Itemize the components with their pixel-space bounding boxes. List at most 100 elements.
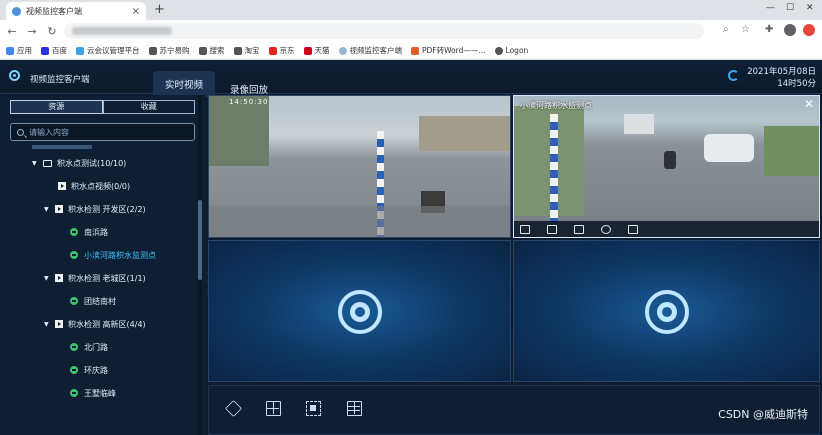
time-label: 14时50分: [777, 79, 816, 89]
tree-node-group[interactable]: ▼ 积水检测 开发区(2/2): [44, 202, 146, 216]
sidebar-scroll-thumb[interactable]: [198, 200, 202, 280]
grid-layout-icon[interactable]: [347, 401, 362, 416]
water-gauge-pole: [550, 114, 558, 224]
globe-icon: [494, 46, 503, 55]
trees: [209, 96, 269, 166]
profile-avatar-icon[interactable]: [784, 24, 796, 36]
motorcyclist: [664, 151, 676, 169]
globe-icon: [198, 46, 207, 55]
apps-grid-icon: [6, 46, 14, 55]
app-header: 视频监控客户端 实时视频 录像回放 2021年05月08日 14时50分: [0, 60, 822, 97]
close-icon[interactable]: ✕: [804, 97, 814, 111]
maximize-icon[interactable]: ☐: [786, 3, 794, 13]
app-title: 视频监控客户端: [30, 75, 90, 85]
expand-arrow-icon[interactable]: ▼: [44, 275, 52, 282]
bookmark-video-client[interactable]: 视频监控客户端: [338, 45, 402, 56]
tree-node-label: 南浜路: [84, 227, 108, 237]
tree-node-folder[interactable]: ▼ 积水点测试(10/10): [32, 156, 126, 170]
back-icon[interactable]: ←: [4, 25, 20, 38]
tree-node-camera[interactable]: 团结南村: [70, 294, 116, 308]
address-bar: ← → ↻: [0, 20, 822, 42]
zoom-icon[interactable]: ⌕: [723, 24, 729, 35]
tab-favicon-icon: [12, 6, 21, 16]
tree-node-label: 团结南村: [84, 296, 116, 306]
bookmark-suning[interactable]: 苏宁易购: [148, 45, 190, 56]
bookmark-jd[interactable]: 京东: [268, 45, 295, 56]
fullscreen-icon[interactable]: [520, 224, 530, 234]
window-close-icon[interactable]: ✕: [806, 3, 814, 13]
tree-node-camera[interactable]: 南浜路: [70, 225, 108, 239]
tmall-icon: [303, 46, 312, 55]
search-icon: [17, 128, 24, 136]
layers-icon[interactable]: [225, 400, 242, 417]
tree-node-camera-selected[interactable]: 小渎河路积水监测点: [70, 248, 156, 262]
expand-arrow-icon[interactable]: ▼: [44, 206, 52, 213]
bookmark-pdf-word[interactable]: PDF转Word——...: [411, 45, 486, 56]
clipped-node-text: [32, 145, 92, 149]
app-logo-icon: [9, 70, 20, 81]
camera-online-icon: [70, 251, 78, 259]
reload-icon[interactable]: ↻: [44, 25, 60, 38]
resource-tree: ▼ 积水点测试(10/10) 积水点视频(0/0) ▼ 积水检测 开发区(2/2…: [0, 145, 197, 435]
fullscreen-frame-icon[interactable]: [306, 401, 321, 416]
road-surface: [209, 206, 510, 237]
extensions-icon[interactable]: ✚: [765, 24, 773, 35]
snapshot-icon[interactable]: [547, 224, 557, 234]
tree-node-label: 积水检测 开发区(2/2): [68, 204, 146, 214]
search-box: [10, 123, 195, 141]
camera-placeholder-icon: [645, 290, 689, 334]
tab-favorites[interactable]: 收藏: [102, 100, 195, 114]
tree-node-label: 积水点测试(10/10): [57, 158, 127, 168]
tab-close-icon[interactable]: ×: [132, 6, 140, 17]
bookmarks-bar: 应用 百度 云会议管理平台 苏宁易购 搜索 淘宝 京东 天猫 视频监控客户端 P…: [0, 42, 822, 60]
url-input[interactable]: [64, 23, 704, 39]
minimize-icon[interactable]: —: [766, 3, 775, 13]
tree-node-root-partial[interactable]: [32, 145, 92, 153]
bookmark-taobao[interactable]: 淘宝: [233, 45, 260, 56]
new-tab-button[interactable]: +: [154, 2, 165, 17]
tree-node-label: 环庆路: [84, 365, 108, 375]
globe-icon: [148, 46, 157, 55]
tree-node-label: 积水点视频(0/0): [71, 181, 131, 191]
tab-resources[interactable]: 资源: [10, 100, 103, 114]
tree-node-group[interactable]: ▼ 积水检测 高新区(4/4): [44, 317, 146, 331]
bookmark-cloud-meeting[interactable]: 云会议管理平台: [76, 45, 140, 56]
grid-split-icon[interactable]: [266, 401, 281, 416]
tree-node-camera[interactable]: 王墅临峰: [70, 386, 116, 400]
video-cell-3-empty[interactable]: [208, 240, 511, 382]
mute-icon[interactable]: [628, 224, 638, 234]
folder-icon: [43, 159, 52, 167]
csdn-watermark: CSDN @威迪斯特: [718, 408, 808, 421]
video-group-icon: [55, 274, 63, 282]
roadside-trees: [764, 126, 819, 176]
video-cell-4-empty[interactable]: [513, 240, 820, 382]
truck: [624, 114, 654, 134]
search-input[interactable]: [29, 127, 189, 137]
tree-node-camera[interactable]: 环庆路: [70, 363, 108, 377]
tree-node-camera[interactable]: 北门路: [70, 340, 108, 354]
notification-badge-icon[interactable]: [803, 24, 815, 36]
bookmark-logon[interactable]: Logon: [494, 46, 528, 55]
refresh-icon[interactable]: [728, 70, 739, 81]
tree-node-group[interactable]: 积水点视频(0/0): [58, 179, 130, 193]
datetime: 2021年05月08日 14时50分: [747, 66, 816, 90]
cloud-icon: [76, 46, 84, 55]
bookmark-star-icon[interactable]: ☆: [741, 24, 750, 35]
browser-tab[interactable]: 视频监控客户端 ×: [6, 2, 146, 20]
expand-arrow-icon[interactable]: ▼: [44, 321, 52, 328]
record-icon[interactable]: [574, 224, 584, 234]
jd-icon: [268, 46, 277, 55]
trees: [514, 106, 584, 216]
tree-node-group[interactable]: ▼ 积水检测 老城区(1/1): [44, 271, 146, 285]
bookmark-apps[interactable]: 应用: [6, 45, 32, 56]
forward-icon[interactable]: →: [24, 25, 40, 38]
video-cell-2-selected[interactable]: 小渎河路积水监测点 ✕: [513, 95, 820, 238]
video-cell-1[interactable]: 14:50:30: [208, 95, 511, 238]
expand-arrow-icon[interactable]: ▼: [32, 160, 40, 167]
bookmark-tmall[interactable]: 天猫: [303, 45, 330, 56]
stop-icon[interactable]: [601, 224, 611, 234]
bookmark-search[interactable]: 搜索: [198, 45, 225, 56]
bookmark-baidu[interactable]: 百度: [41, 45, 67, 56]
tab-live-video[interactable]: 实时视频: [153, 71, 216, 97]
building: [419, 116, 510, 151]
